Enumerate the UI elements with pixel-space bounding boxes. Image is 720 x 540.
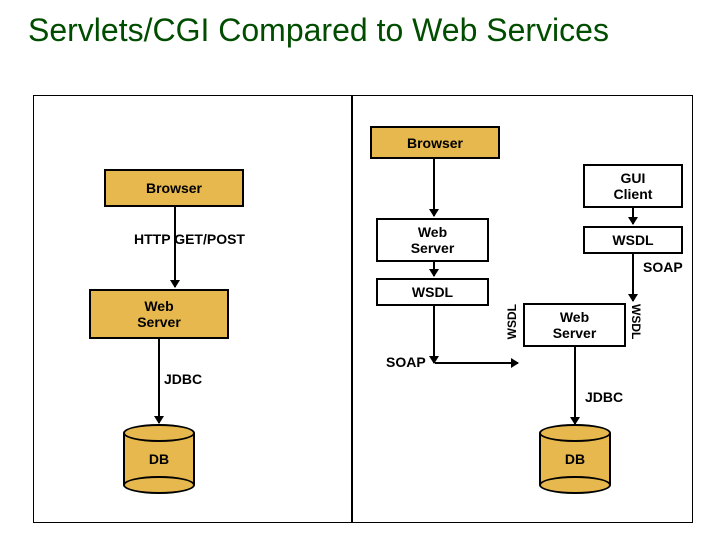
left-db-label: DB [123, 451, 195, 467]
soap-top-right-label: SOAP [643, 259, 683, 275]
slide-title: Servlets/CGI Compared to Web Services [28, 12, 609, 49]
arrow-webserver-to-db [158, 339, 160, 423]
right-jdbc-label: JDBC [585, 389, 623, 405]
left-webserver-box: Web Server [89, 289, 229, 339]
right-webserver-top-label: Web Server [411, 224, 455, 256]
gui-client-label: GUI Client [614, 170, 653, 202]
wsdl-top-right-label: WSDL [612, 232, 653, 248]
wsdl-box-label: WSDL [412, 284, 453, 300]
left-panel: Browser HTTP GET/POST Web Server JDBC DB [33, 95, 352, 523]
right-db-cylinder: DB [539, 424, 611, 494]
wsdl-left-vertical: WSDL [505, 304, 519, 339]
wsdl-right-vertical: WSDL [629, 304, 643, 339]
left-browser-box: Browser [104, 169, 244, 207]
arrow-wsmid-to-db [574, 347, 576, 424]
right-webserver-top-box: Web Server [376, 218, 489, 262]
arrow-gui-to-wsdl [632, 208, 634, 224]
right-webserver-mid-box: Web Server [523, 303, 626, 347]
left-http-label: HTTP GET/POST [134, 231, 245, 247]
right-browser-label: Browser [407, 135, 463, 151]
left-browser-label: Browser [146, 180, 202, 196]
left-db-cylinder: DB [123, 424, 195, 494]
left-jdbc-label: JDBC [164, 371, 202, 387]
wsdl-top-right-box: WSDL [583, 226, 683, 254]
right-db-label: DB [539, 451, 611, 467]
soap-left-label: SOAP [386, 354, 426, 370]
right-panel: Browser GUI Client Web Server WSDL SOAP … [352, 95, 693, 523]
arrow-wsdl-to-wsmid-h [435, 362, 518, 364]
arrow-browser-to-webserver [174, 207, 176, 287]
right-browser-box: Browser [370, 126, 500, 159]
arrow-wsdl-to-wsmid [632, 254, 634, 301]
right-webserver-mid-label: Web Server [553, 309, 597, 341]
left-webserver-label: Web Server [137, 298, 181, 330]
wsdl-box: WSDL [376, 278, 489, 306]
gui-client-box: GUI Client [583, 164, 683, 208]
arrow-right-browser-to-ws [433, 159, 435, 216]
arrow-wstop-to-wsdlbox [433, 262, 435, 276]
arrow-wsdlbox-down [433, 306, 435, 363]
